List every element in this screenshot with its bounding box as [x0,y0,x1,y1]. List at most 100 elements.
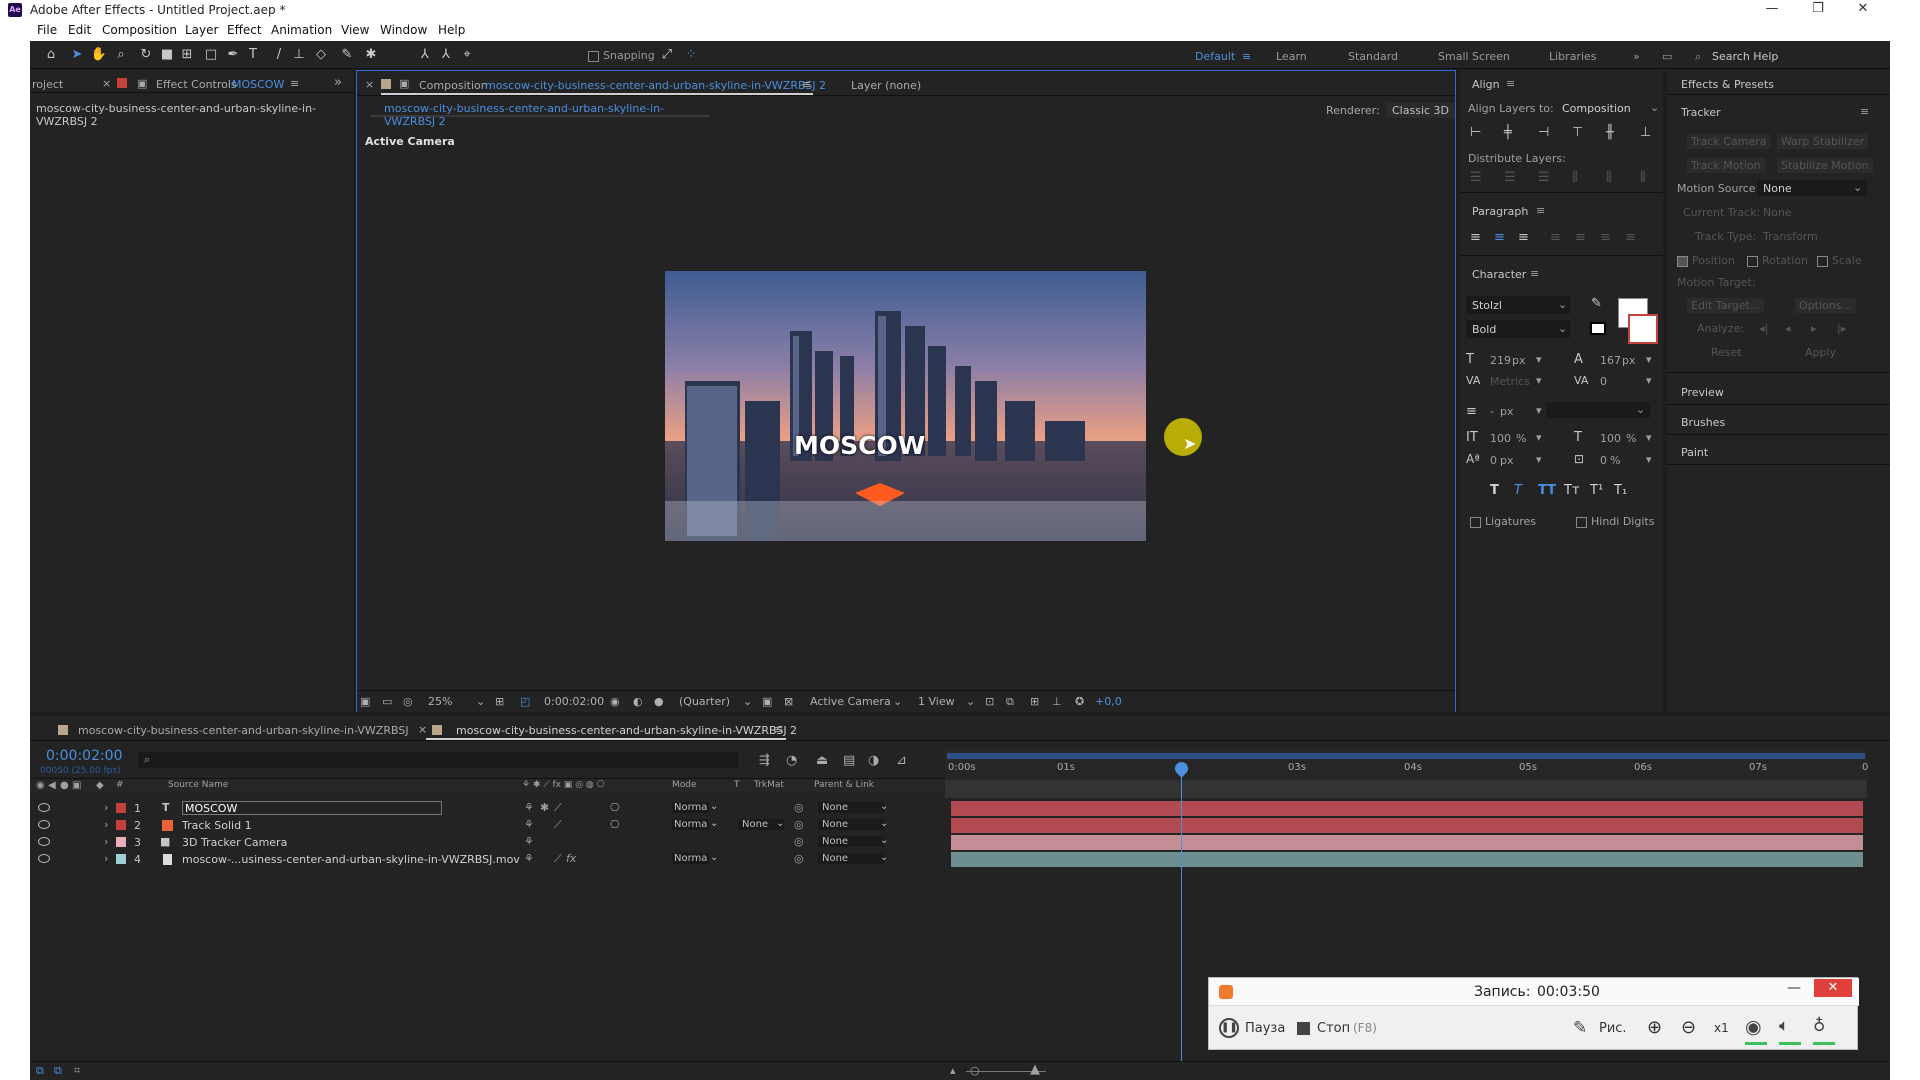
menu-file[interactable]: File [37,23,57,37]
shy-switch-icon[interactable]: ⚘ [524,835,534,848]
panel-menu-icon[interactable]: ≡ [290,77,299,90]
hand-tool-icon[interactable]: ✋ [90,47,108,63]
superscript-button[interactable]: T¹ [1590,483,1603,498]
analyze-next-icon[interactable]: |▸ [1837,322,1846,335]
tab-effect-controls[interactable]: Effect Controls [156,78,237,91]
close-tab-icon[interactable]: × [418,723,427,736]
view-layout-dropdown[interactable]: 1 View [918,695,955,708]
current-time-display[interactable]: 0:00:02:00 [46,748,123,764]
camera-dropdown[interactable]: Active Camera [810,695,891,708]
composition-tab-name[interactable]: moscow-city-business-center-and-urban-sk… [485,79,826,92]
blend-mode-dropdown[interactable]: Norma [672,819,710,830]
draft-3d-icon[interactable]: ◔ [786,753,797,768]
rotate-tool-icon[interactable]: ↻ [137,47,155,63]
layer-name[interactable]: 3D Tracker Camera [182,836,287,849]
align-text-right-icon[interactable]: ≡ [1518,230,1529,245]
type-tool-icon[interactable]: T [244,47,262,63]
zoom-in-timeline-icon[interactable]: ▲ [1030,1062,1040,1077]
always-preview-icon[interactable]: ▣ [360,695,370,708]
stabilize-motion-button[interactable]: Stabilize Motion [1777,158,1873,173]
renderer-value[interactable]: Classic 3D [1386,103,1455,118]
fast-previews-icon[interactable]: ▣ [762,695,772,708]
panel-menu-icon[interactable]: ≡ [774,723,783,736]
center-text-icon[interactable]: ≡ [1494,230,1505,245]
puppet-pin-tool-icon[interactable]: ✱ [362,47,380,63]
chevron-down-icon[interactable]: ▾ [1536,374,1542,387]
stop-button[interactable]: Стоп [1317,1021,1350,1036]
eyedropper-icon[interactable]: ✎ [1591,296,1602,311]
menu-composition[interactable]: Composition [102,23,177,37]
zoom-tool-icon[interactable]: ⌕ [112,47,130,63]
close-icon[interactable]: ✕ [1848,1,1878,19]
panel-menu-icon[interactable]: ≡ [1860,105,1869,118]
chevron-down-icon[interactable]: ⌄ [710,852,718,863]
align-left-icon[interactable]: ⊢ [1470,125,1481,140]
align-layers-to-dropdown[interactable]: Composition [1562,102,1631,115]
roto-brush-tool-icon[interactable]: ✎ [338,47,356,63]
align-center-h-icon[interactable]: ╪ [1504,125,1512,140]
quality-switch-icon[interactable]: ⟋ [554,852,562,866]
justify-last-left-icon[interactable]: ≡ [1550,230,1561,245]
brush-tool-icon[interactable]: / [270,47,288,63]
track-motion-button[interactable]: Track Motion [1687,158,1765,173]
options-button[interactable]: Options... [1795,298,1856,313]
reset-button[interactable]: Reset [1711,346,1742,359]
align-center-v-icon[interactable]: ╫ [1606,125,1614,140]
chevron-down-icon[interactable]: ⌄ [1650,101,1659,114]
pen-tool-icon[interactable]: ✒ [224,47,242,63]
align-text-left-icon[interactable]: ≡ [1470,230,1481,245]
stroke-color-swatch[interactable] [1628,314,1658,344]
panel-menu-icon[interactable]: ≡ [1506,77,1515,90]
layer-row[interactable]: › 3 ■ 3D Tracker Camera ⚘ ◎ None ⌄ [30,834,945,851]
zoom-out-icon[interactable]: ⊖ [1681,1017,1696,1038]
analyze-forward-icon[interactable]: ▸ [1811,322,1817,335]
menu-window[interactable]: Window [380,23,427,37]
distribute-left-icon[interactable]: ⫼ [1572,170,1578,185]
font-style-dropdown[interactable]: Bold ⌄ [1466,320,1570,338]
warp-stabilizer-button[interactable]: Warp Stabilizer [1777,134,1869,149]
speaker-icon[interactable]: 🔈︎ [1779,1016,1789,1036]
layer-color-swatch[interactable] [116,837,126,847]
align-right-icon[interactable]: ⊣ [1538,125,1549,140]
shy-switch-icon[interactable]: ⚘ [524,801,534,814]
draft-3d-icon[interactable]: ⧉ [1006,695,1014,709]
minimize-icon[interactable]: — [1757,1,1787,19]
chevron-down-icon[interactable]: ⌄ [880,835,888,846]
region-of-interest-icon[interactable]: ◰ [520,695,530,708]
local-axis-icon[interactable]: ⅄ [416,47,434,63]
chevron-down-icon[interactable]: ▾ [1646,374,1652,387]
current-track-dropdown[interactable]: None [1763,206,1792,219]
eye-icon[interactable] [38,820,50,829]
menu-help[interactable]: Help [438,23,465,37]
eye-icon[interactable] [38,803,50,812]
menu-layer[interactable]: Layer [185,23,218,37]
chevron-down-icon[interactable]: ⌄ [880,801,888,812]
layer-row[interactable]: › 4 moscow-...usiness-center-and-urban-s… [30,851,945,868]
justify-last-center-icon[interactable]: ≡ [1575,230,1586,245]
timeline-search-input[interactable]: ⌕ [138,752,738,768]
brushes-panel-tab[interactable]: Brushes [1681,416,1725,429]
close-icon[interactable]: ✕ [1814,979,1852,997]
expand-arrow-icon[interactable]: › [104,818,108,831]
eye-icon[interactable] [38,837,50,846]
effects-presets-tab[interactable]: Effects & Presets [1681,78,1774,91]
viewer-timecode[interactable]: 0:00:02:00 [544,695,604,708]
chevron-down-icon[interactable]: ⌄ [710,801,718,812]
faux-italic-button[interactable]: T [1514,483,1522,498]
display-icon[interactable]: ▭ [382,695,392,708]
chevron-down-icon[interactable]: ⌄ [710,818,718,829]
pause-button[interactable]: Пауза [1245,1021,1285,1036]
blend-mode-dropdown[interactable]: Norma [672,853,710,864]
draw-button[interactable]: Рис. [1599,1021,1627,1036]
camera-tool-icon[interactable]: ■ [158,47,176,63]
layer-color-swatch[interactable] [116,820,126,830]
moscow-text-overlay[interactable]: MOSCOW [794,431,925,460]
justify-last-right-icon[interactable]: ≡ [1600,230,1611,245]
menu-effect[interactable]: Effect [227,23,262,37]
parent-dropdown[interactable]: None [818,836,884,847]
timeline-navigator[interactable] [945,780,1867,798]
keyboard-icon[interactable]: ▭ [1662,50,1672,63]
menu-edit[interactable]: Edit [68,23,91,37]
stop-icon[interactable] [1297,1022,1310,1035]
edit-target-button[interactable]: Edit Target... [1687,298,1765,313]
